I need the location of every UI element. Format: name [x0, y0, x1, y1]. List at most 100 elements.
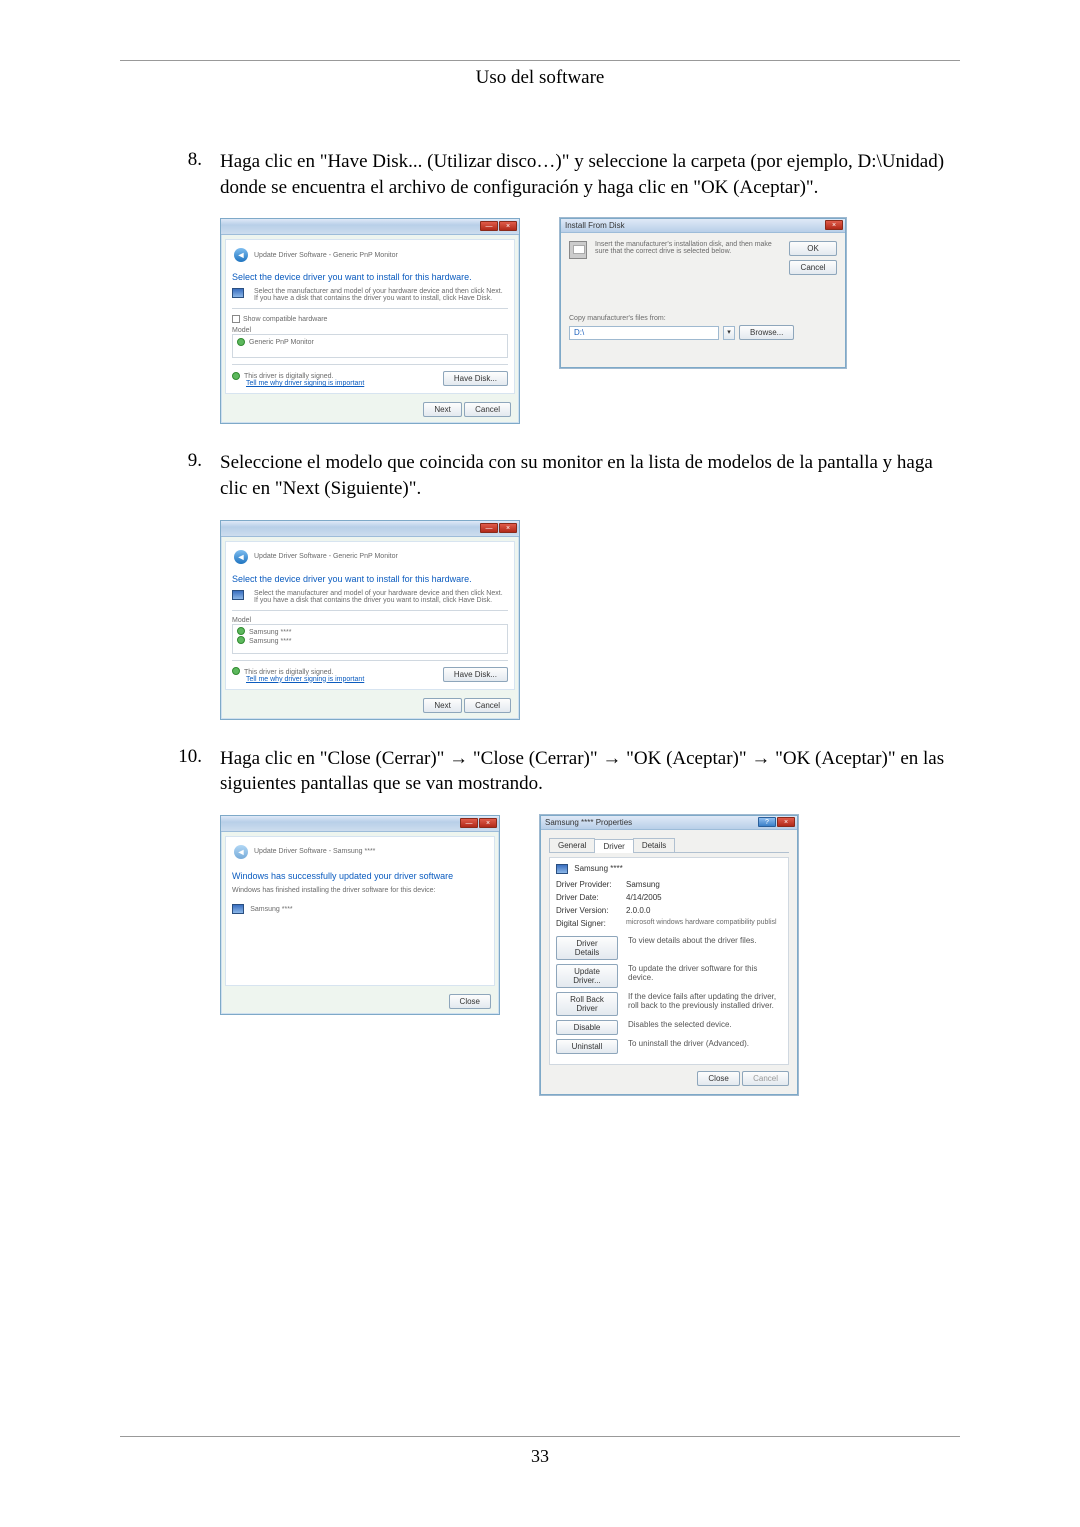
breadcrumb: Update Driver Software - Samsung **** — [254, 848, 375, 855]
floppy-icon — [569, 241, 587, 259]
rollback-button[interactable]: Roll Back Driver — [556, 992, 618, 1016]
signed-icon — [237, 627, 245, 635]
uninstall-button[interactable]: Uninstall — [556, 1039, 618, 1054]
window-titlebar: —× — [221, 816, 499, 832]
step-text-8: Haga clic en "Have Disk... (Utilizar dis… — [220, 149, 960, 200]
close-icon[interactable]: × — [499, 221, 517, 231]
window-titlebar: —× — [221, 521, 519, 537]
min-icon[interactable]: — — [480, 221, 498, 231]
help-icon[interactable]: ? — [758, 817, 776, 827]
close-button[interactable]: Close — [449, 994, 491, 1009]
update-driver-button[interactable]: Update Driver... — [556, 964, 618, 988]
cancel-button: Cancel — [742, 1071, 789, 1086]
device-name: Samsung **** — [250, 906, 292, 913]
date-label: Driver Date: — [556, 893, 626, 902]
dialog-title: Samsung **** Properties — [545, 818, 632, 827]
path-field[interactable]: D:\ — [569, 326, 719, 340]
back-icon: ◄ — [234, 845, 248, 859]
close-icon[interactable]: × — [777, 817, 795, 827]
close-button[interactable]: Close — [697, 1071, 739, 1086]
update-driver-window-2: —× ◄ Update Driver Software - Generic Pn… — [220, 520, 520, 720]
model-item-1: Samsung **** — [249, 629, 291, 636]
back-icon[interactable]: ◄ — [234, 550, 248, 564]
breadcrumb: Update Driver Software - Generic PnP Mon… — [254, 553, 398, 560]
properties-dialog: Samsung **** Properties ?× General Drive… — [540, 815, 798, 1095]
wizard-heading: Select the device driver you want to ins… — [232, 574, 508, 584]
dropdown-icon[interactable]: ▾ — [723, 326, 735, 340]
step-number-9: 9. — [120, 450, 220, 501]
signed-icon — [232, 372, 240, 380]
disable-button[interactable]: Disable — [556, 1020, 618, 1035]
copy-from-label: Copy manufacturer's files from: — [569, 315, 837, 322]
page-header: Uso del software — [120, 67, 960, 89]
install-from-disk-dialog: Install From Disk × Insert the manufactu… — [560, 218, 846, 368]
signed-icon — [232, 667, 240, 675]
min-icon[interactable]: — — [480, 523, 498, 533]
update-done-window: —× ◄ Update Driver Software - Samsung **… — [220, 815, 500, 1015]
cancel-button[interactable]: Cancel — [464, 402, 511, 417]
dialog-title: Install From Disk — [565, 221, 625, 230]
uninstall-desc: To uninstall the driver (Advanced). — [628, 1039, 782, 1054]
disable-desc: Disables the selected device. — [628, 1020, 782, 1035]
model-item: Generic PnP Monitor — [249, 339, 314, 346]
breadcrumb: Update Driver Software - Generic PnP Mon… — [254, 252, 398, 259]
signed-text: This driver is digitally signed. — [244, 373, 333, 380]
driver-details-button[interactable]: Driver Details — [556, 936, 618, 960]
back-icon[interactable]: ◄ — [234, 248, 248, 262]
close-icon[interactable]: × — [499, 523, 517, 533]
update-driver-window-1: —× ◄ Update Driver Software - Generic Pn… — [220, 218, 520, 424]
step-text-10: Haga clic en "Close (Cerrar)" → "Close (… — [220, 746, 960, 797]
signer-label: Digital Signer: — [556, 919, 626, 928]
device-name: Samsung **** — [574, 864, 622, 873]
close-icon[interactable]: × — [479, 818, 497, 828]
wizard-instructions: Select the manufacturer and model of you… — [254, 590, 508, 604]
have-disk-button[interactable]: Have Disk... — [443, 371, 508, 386]
signing-link[interactable]: Tell me why driver signing is important — [246, 380, 364, 387]
show-compatible-checkbox[interactable]: Show compatible hardware — [232, 315, 508, 323]
step-number-8: 8. — [120, 149, 220, 200]
model-list[interactable]: Samsung **** Samsung **** — [232, 624, 508, 654]
dialog-instructions: Insert the manufacturer's installation d… — [595, 241, 781, 275]
date-value: 4/14/2005 — [626, 893, 662, 902]
browse-button[interactable]: Browse... — [739, 325, 794, 340]
monitor-icon — [556, 864, 568, 874]
model-item-2: Samsung **** — [249, 638, 291, 645]
tab-general[interactable]: General — [549, 838, 595, 852]
monitor-icon — [232, 288, 244, 298]
close-icon[interactable]: × — [825, 220, 843, 230]
driver-details-desc: To view details about the driver files. — [628, 936, 782, 960]
signed-icon — [237, 636, 245, 644]
model-label: Model — [232, 617, 508, 624]
window-titlebar: —× — [221, 219, 519, 235]
page-number: 33 — [0, 1446, 1080, 1467]
cancel-button[interactable]: Cancel — [789, 260, 837, 275]
signing-link[interactable]: Tell me why driver signing is important — [246, 676, 364, 683]
wizard-heading: Select the device driver you want to ins… — [232, 272, 508, 282]
signer-value: microsoft windows hardware compatibility… — [626, 919, 777, 928]
cancel-button[interactable]: Cancel — [464, 698, 511, 713]
signed-text: This driver is digitally signed. — [244, 669, 333, 676]
provider-value: Samsung — [626, 880, 660, 889]
tab-driver[interactable]: Driver — [594, 839, 633, 853]
version-label: Driver Version: — [556, 906, 626, 915]
provider-label: Driver Provider: — [556, 880, 626, 889]
rollback-desc: If the device fails after updating the d… — [628, 992, 782, 1016]
monitor-icon — [232, 590, 244, 600]
signed-icon — [237, 338, 245, 346]
tab-details[interactable]: Details — [633, 838, 675, 852]
done-heading: Windows has successfully updated your dr… — [232, 871, 488, 881]
ok-button[interactable]: OK — [789, 241, 837, 256]
next-button[interactable]: Next — [423, 698, 461, 713]
monitor-icon — [232, 904, 244, 914]
done-subtext: Windows has finished installing the driv… — [232, 887, 488, 894]
min-icon[interactable]: — — [460, 818, 478, 828]
step-text-9: Seleccione el modelo que coincida con su… — [220, 450, 960, 501]
model-list[interactable]: Generic PnP Monitor — [232, 334, 508, 358]
have-disk-button[interactable]: Have Disk... — [443, 667, 508, 682]
version-value: 2.0.0.0 — [626, 906, 650, 915]
update-driver-desc: To update the driver software for this d… — [628, 964, 782, 988]
wizard-instructions: Select the manufacturer and model of you… — [254, 288, 508, 302]
model-label: Model — [232, 327, 508, 334]
step-number-10: 10. — [120, 746, 220, 797]
next-button[interactable]: Next — [423, 402, 461, 417]
